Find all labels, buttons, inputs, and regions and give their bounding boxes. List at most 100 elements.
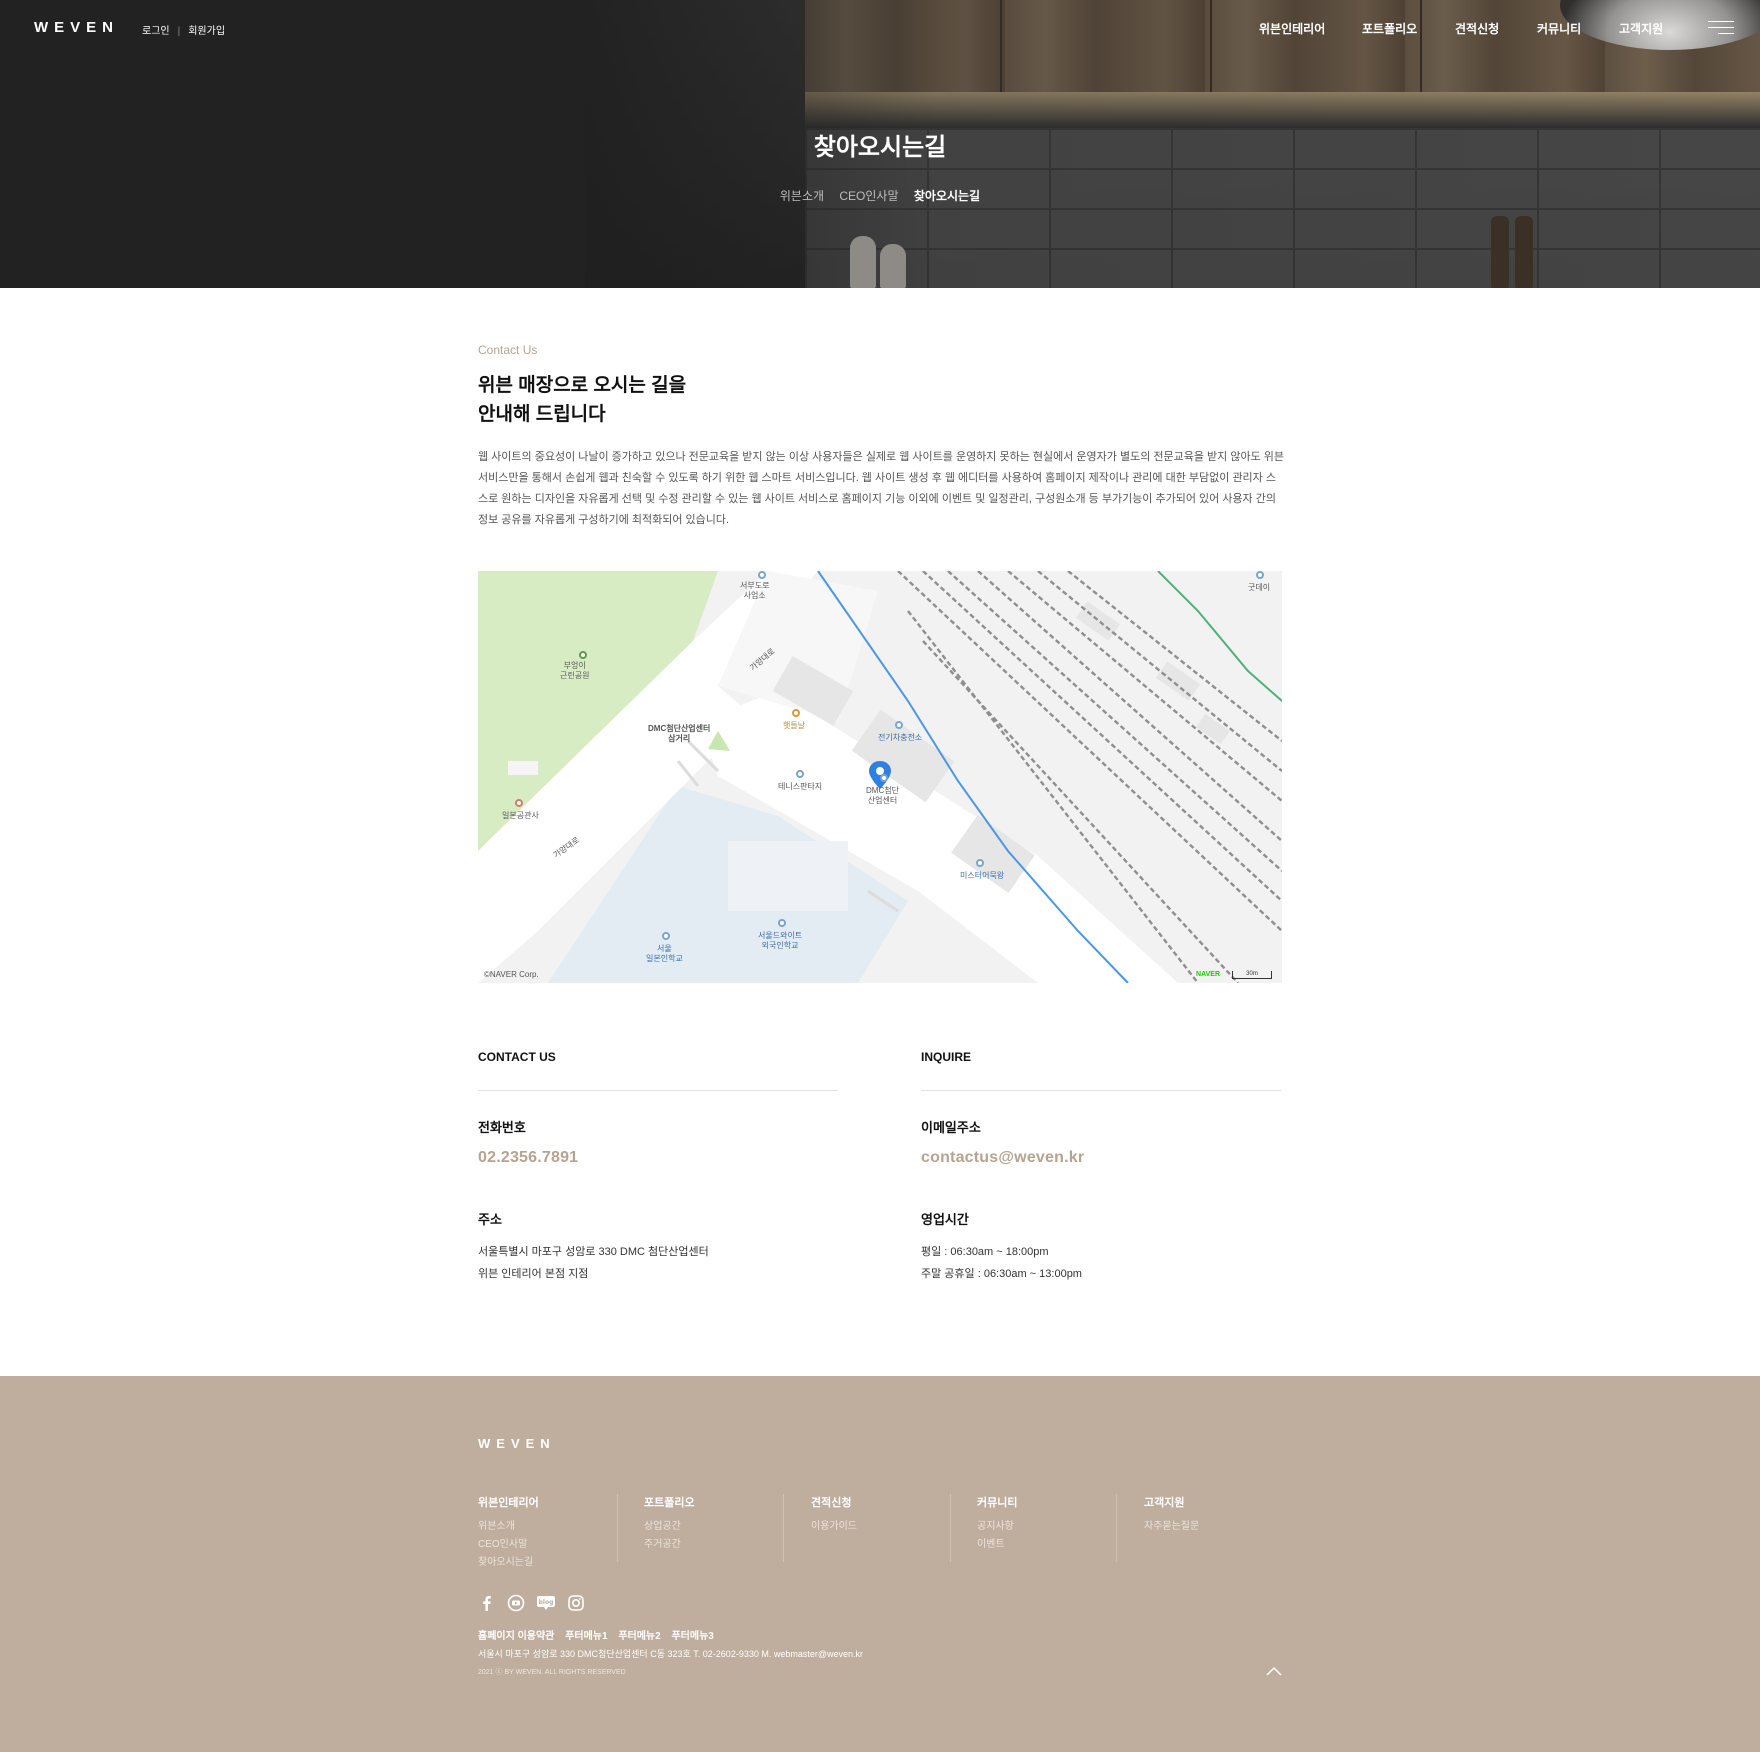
map-poi-icon [662,932,670,940]
auth-links: 로그인 | 회원가입 [142,22,225,37]
blog-icon[interactable]: blog [536,1594,556,1612]
footer-menu-title[interactable]: 커뮤니티 [977,1494,1117,1510]
phone-number[interactable]: 02.2356.7891 [478,1149,838,1167]
youtube-icon[interactable] [507,1594,525,1612]
hero-bottle [1515,216,1533,288]
nav-item-support[interactable]: 고객지원 [1619,20,1663,37]
footer-menu-item[interactable]: 자주묻는질문 [1144,1518,1284,1536]
section-description: 웹 사이트의 중요성이 나날이 증가하고 있으나 전문교육을 받지 않는 이상 … [478,451,1284,526]
map-label: 햇들날 [783,721,806,730]
address-line: 서울특별시 마포구 성암로 330 DMC 첨단산업센터 [478,1246,709,1258]
map-label: DMC첨단 산업센터 [866,786,899,805]
cafe-icon [792,709,800,717]
nav-item-community[interactable]: 커뮤니티 [1537,20,1581,37]
map-poi-icon [1256,571,1264,579]
footer-menu-item[interactable]: CEO인사말 [478,1536,618,1554]
email-address[interactable]: contactus@weven.kr [921,1149,1281,1167]
footer-menu-item[interactable]: 찾아오시는길 [478,1554,618,1572]
scroll-top-icon[interactable] [1264,1664,1284,1678]
footer-menu-title[interactable]: 고객지원 [1144,1494,1284,1510]
contact-us-column: CONTACT US 전화번호 02.2356.7891 주소 서울특별시 마포… [478,1050,838,1285]
map-poi-icon [778,919,786,927]
address-line: 위븐 인테리어 본점 지점 [478,1268,589,1280]
footer-link[interactable]: 푸터메뉴3 [671,1631,713,1642]
footer-link-terms[interactable]: 홈페이지 이용약관 [478,1631,554,1642]
section-heading: 위븐 매장으로 오시는 길을 안내해 드립니다 [478,371,1078,429]
footer-menu-item[interactable]: 이벤트 [977,1536,1117,1554]
divider [921,1090,1281,1091]
inquire-title: INQUIRE [921,1050,972,1064]
site-logo[interactable]: WEVEN [34,19,119,36]
breadcrumb-item-directions[interactable]: 찾아오시는길 [914,189,980,203]
footer-menu-title[interactable]: 포트폴리오 [644,1494,784,1510]
map-scale: 30m [1232,971,1272,979]
map-label: 서울 일본인학교 [646,944,683,963]
hours-label: 영업시간 [921,1212,969,1227]
auth-separator: | [177,26,181,37]
footer-copyright: 2021 ⓒ BY WEVEN. ALL RIGHTS RESERVED [478,1669,626,1676]
contact-us-title: CONTACT US [478,1050,556,1064]
main-navigation: 위븐인테리어 포트폴리오 견적신청 커뮤니티 고객지원 [1240,20,1680,40]
location-map[interactable]: 서부도로 사업소 굿데이 부엉이 근린공원 가양대로 DMC첨단산업센터 삼거리 햇들… [478,571,1282,983]
footer-menu-community: 커뮤니티 공지사항 이벤트 [977,1494,1117,1564]
map-poi-icon [976,859,984,867]
map-poi-icon [758,571,766,579]
hero-bottle [1491,216,1509,288]
footer-menu-support: 고객지원 자주묻는질문 [1144,1494,1284,1564]
breadcrumb: 위븐소개 CEO인사말 찾아오시는길 [0,187,1760,204]
footer-logo[interactable]: WEVEN [478,1436,556,1451]
footer-menu-item[interactable]: 이용가이드 [811,1518,951,1536]
nav-item-portfolio[interactable]: 포트폴리오 [1362,20,1417,37]
footer-address: 서울시 마포구 성암로 330 DMC첨단산업센터 C동 323호 T. 02-… [478,1649,864,1659]
address-label: 주소 [478,1212,502,1227]
footer-menu-title[interactable]: 위븐인테리어 [478,1494,618,1510]
hours-weekday: 평일 : 06:30am ~ 18:00pm [921,1246,1049,1258]
map-poi-icon [515,799,523,807]
footer-menu-item[interactable]: 주거공간 [644,1536,784,1554]
breadcrumb-item-ceo[interactable]: CEO인사말 [839,189,898,203]
footer-menu-item[interactable]: 공지사항 [977,1518,1117,1536]
map-label: 서부도로 사업소 [740,581,770,600]
map-label: 미스터어묵왕 [960,871,1005,880]
section-heading-line: 위븐 매장으로 오시는 길을 [478,375,687,396]
map-copyright: ©NAVER Corp. [484,970,539,979]
phone-label: 전화번호 [478,1120,526,1135]
map-label: 테니스판타지 [778,782,823,791]
nav-item-estimate[interactable]: 견적신청 [1455,20,1499,37]
nav-item-weven-interior[interactable]: 위븐인테리어 [1259,20,1325,37]
naver-logo[interactable]: NAVER [1196,971,1220,978]
footer-link[interactable]: 푸터메뉴2 [618,1631,660,1642]
facebook-icon[interactable] [478,1594,496,1612]
footer-divider [950,1494,951,1562]
hero-vase [880,244,906,288]
footer-menu-weven-interior: 위븐인테리어 위븐소개 CEO인사말 찾아오시는길 [478,1494,618,1568]
footer-divider [1116,1494,1117,1562]
instagram-icon[interactable] [567,1594,585,1612]
hamburger-icon[interactable] [1708,21,1734,35]
footer-menu-portfolio: 포트폴리오 상업공간 주거공간 [644,1494,784,1564]
email-label: 이메일주소 [921,1120,981,1135]
section-heading-line: 안내해 드립니다 [478,404,606,425]
footer-menu-item[interactable]: 상업공간 [644,1518,784,1536]
map-poi-icon [796,770,804,778]
footer-menu-item[interactable]: 위븐소개 [478,1518,618,1536]
footer-link[interactable]: 푸터메뉴1 [565,1631,607,1642]
footer-divider [617,1494,618,1562]
footer-links: 홈페이지 이용약관 푸터메뉴1 푸터메뉴2 푸터메뉴3 [478,1627,722,1642]
hero-banner: WEVEN 로그인 | 회원가입 위븐인테리어 포트폴리오 견적신청 커뮤니티 고객… [0,0,1760,288]
map-label: DMC첨단산업센터 삼거리 [648,724,711,743]
login-link[interactable]: 로그인 [142,26,170,37]
map-label: 일본공관사 [502,811,539,820]
footer-menu-title[interactable]: 견적신청 [811,1494,951,1510]
section-label: Contact Us [478,343,538,357]
blog-icon-text: blog [539,1599,554,1606]
inquire-column: INQUIRE 이메일주소 contactus@weven.kr 영업시간 평일… [921,1050,1281,1285]
charging-station-icon [895,721,903,729]
breadcrumb-item-about[interactable]: 위븐소개 [780,189,824,203]
signup-link[interactable]: 회원가입 [188,26,225,37]
footer-divider [783,1494,784,1562]
map-label: 부엉이 근린공원 [560,661,590,680]
map-label: 전기차충전소 [878,733,923,742]
hero-vase [850,236,876,288]
map-label: 서울드와이트 외국인학교 [758,931,803,950]
